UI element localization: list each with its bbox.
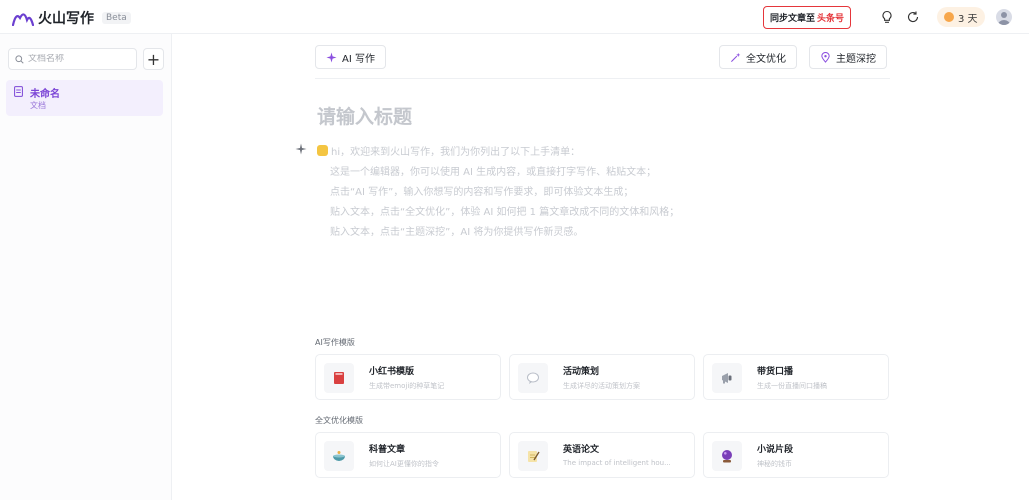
- template-title: 带货口播: [757, 367, 794, 377]
- search-icon: [15, 54, 24, 64]
- sync-label: 同步文章至: [770, 14, 816, 24]
- document-item[interactable]: 未命名 文档: [6, 80, 163, 116]
- ai-templates-section-label: AI写作模版: [315, 338, 355, 347]
- template-card[interactable]: 小说片段 神秘的钱币: [703, 432, 889, 478]
- doc-search-box[interactable]: [8, 48, 137, 70]
- lightbulb-icon[interactable]: [880, 10, 894, 24]
- title-input[interactable]: 请输入标题: [317, 102, 412, 129]
- template-title: 小说片段: [757, 445, 794, 455]
- chat-bubble-icon: [527, 372, 539, 384]
- streak-label: 3 天: [958, 13, 978, 25]
- top-header: 火山写作 Beta 同步文章至 头条号 3 天: [0, 0, 1029, 34]
- editor-hint-line: 贴入文本，点击“全文优化”，体验 AI 如何把 1 篇文章改成不同的文体和风格；: [330, 207, 680, 218]
- add-document-button[interactable]: +: [143, 48, 164, 70]
- template-title: 活动策划: [563, 367, 600, 377]
- sidebar: + 未命名 文档: [0, 34, 172, 500]
- template-title: 小红书模版: [369, 367, 415, 377]
- template-desc: The impact of intelligent hou...: [563, 459, 671, 467]
- editor-hint-line: 点击“AI 写作”，输入你想写的内容和写作要求，即可体验文本生成；: [330, 187, 634, 198]
- editor-hint-line: 贴入文本，点击“主题深挖”，AI 将为你提供写作新灵感。: [330, 227, 584, 238]
- template-desc: 如何让AI更懂你的指令: [369, 460, 439, 468]
- ai-assist-sparkle-icon[interactable]: [295, 143, 307, 155]
- template-card[interactable]: 英语论文 The impact of intelligent hou...: [509, 432, 695, 478]
- template-card[interactable]: 科普文章 如何让AI更懂你的指令: [315, 432, 501, 478]
- template-card[interactable]: 带货口播 生成一份直播间口播稿: [703, 354, 889, 400]
- ai-write-label: AI 写作: [342, 53, 375, 65]
- app-name: 火山写作: [38, 11, 94, 27]
- notepad-icon: [528, 451, 540, 462]
- location-pin-icon: [821, 51, 830, 63]
- bowl-icon: [333, 451, 345, 461]
- megaphone-icon: [722, 373, 732, 384]
- crystal-ball-icon: [722, 450, 732, 463]
- full-optimize-label: 全文优化: [746, 53, 786, 65]
- template-card[interactable]: 活动策划 生成详尽的活动策划方案: [509, 354, 695, 400]
- user-avatar[interactable]: [996, 9, 1012, 25]
- app-logo[interactable]: 火山写作 Beta: [12, 8, 131, 28]
- template-desc: 神秘的钱币: [757, 460, 792, 468]
- topic-deep-button[interactable]: 主题深挖: [809, 45, 887, 69]
- topic-deep-label: 主题深挖: [836, 53, 876, 65]
- waving-hand-icon: [317, 145, 328, 156]
- flame-icon: [944, 12, 954, 22]
- beta-badge: Beta: [102, 12, 131, 24]
- book-icon: [334, 372, 344, 384]
- template-title: 英语论文: [563, 445, 600, 455]
- user-icon: [998, 12, 1010, 25]
- logo-mark-icon: [12, 13, 34, 26]
- document-title: 未命名: [30, 89, 60, 100]
- ai-write-button[interactable]: AI 写作: [315, 45, 386, 69]
- template-desc: 生成带emoji的种草笔记: [369, 382, 445, 390]
- document-subtitle: 文档: [30, 101, 46, 110]
- editor-hint-line: hi，欢迎来到火山写作，我们为你列出了以下上手清单：: [317, 143, 580, 158]
- doc-search-input[interactable]: [28, 54, 128, 64]
- refresh-icon[interactable]: [906, 10, 920, 24]
- sync-brand: 头条号: [817, 14, 845, 24]
- template-desc: 生成一份直播间口播稿: [757, 382, 827, 390]
- toolbar-divider: [315, 78, 890, 79]
- sync-article-button[interactable]: 同步文章至 头条号: [763, 6, 852, 29]
- magic-wand-icon: [730, 52, 741, 62]
- streak-badge[interactable]: 3 天: [937, 7, 985, 27]
- template-desc: 生成详尽的活动策划方案: [563, 382, 640, 390]
- template-title: 科普文章: [369, 445, 406, 455]
- template-card[interactable]: 小红书模版 生成带emoji的种草笔记: [315, 354, 501, 400]
- document-icon: [14, 86, 23, 97]
- sparkle-icon: [326, 51, 337, 63]
- optimize-templates-section-label: 全文优化模版: [315, 416, 363, 425]
- editor-hint-line: 这是一个编辑器，你可以使用 AI 生成内容，或直接打字写作、粘贴文本；: [330, 167, 657, 178]
- full-optimize-button[interactable]: 全文优化: [719, 45, 797, 69]
